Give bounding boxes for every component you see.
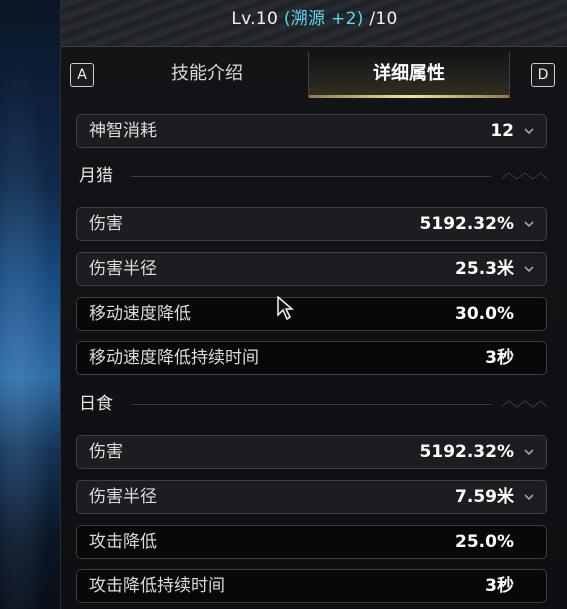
level-max: /10 bbox=[369, 9, 398, 29]
stat-value: 3秒 bbox=[485, 576, 514, 596]
stat-label: 神智消耗 bbox=[89, 121, 157, 141]
mouse-cursor-icon bbox=[277, 295, 294, 321]
stat-value: 25.3米 bbox=[455, 259, 514, 279]
chevron-down-icon[interactable] bbox=[522, 262, 536, 276]
stat-value: 25.0% bbox=[455, 532, 514, 552]
chevron-down-icon[interactable] bbox=[522, 490, 536, 504]
stat-label: 伤害 bbox=[89, 214, 123, 234]
stat-value: 5192.32% bbox=[419, 442, 514, 462]
tab-bar: A 技能介绍 详细属性 D bbox=[61, 52, 567, 98]
chevron-down-icon[interactable] bbox=[522, 217, 536, 231]
stat-row-damage[interactable]: 伤害 5192.32% bbox=[76, 207, 547, 241]
section-header-moon-hunt: 月猎 bbox=[79, 164, 549, 188]
stat-value: 30.0% bbox=[455, 304, 514, 324]
stat-label: 伤害半径 bbox=[89, 487, 157, 507]
background-scenery bbox=[0, 0, 60, 609]
skill-level: Lv.10 (溯源 +2) /10 bbox=[61, 4, 567, 29]
stat-label: 伤害 bbox=[89, 442, 123, 462]
section-divider bbox=[131, 176, 491, 177]
chevron-down-icon[interactable] bbox=[522, 445, 536, 459]
section-header-eclipse: 日食 bbox=[79, 392, 549, 416]
stat-value: 7.59米 bbox=[455, 487, 514, 507]
level-boost: (溯源 +2) bbox=[283, 9, 364, 29]
stat-row-move-speed-reduction: 移动速度降低 30.0% bbox=[76, 297, 547, 331]
tab-skill-intro[interactable]: 技能介绍 bbox=[109, 52, 305, 98]
stat-row-damage[interactable]: 伤害 5192.32% bbox=[76, 435, 547, 469]
active-tab-underline bbox=[309, 95, 509, 98]
section-title: 月猎 bbox=[79, 166, 113, 186]
stat-row-attack-reduction-duration: 攻击降低持续时间 3秒 bbox=[76, 569, 547, 603]
stat-value: 12 bbox=[490, 121, 514, 141]
stat-label: 攻击降低持续时间 bbox=[89, 576, 225, 596]
divider-ornament-icon bbox=[500, 400, 548, 408]
divider-ornament-icon bbox=[500, 172, 548, 180]
skill-detail-panel: Lv.10 (溯源 +2) /10 A 技能介绍 详细属性 D 神智消耗 12 … bbox=[60, 0, 567, 609]
panel-header: Lv.10 (溯源 +2) /10 bbox=[61, 0, 567, 47]
tab-detail-label: 详细属性 bbox=[373, 63, 445, 84]
stat-row-attack-reduction: 攻击降低 25.0% bbox=[76, 525, 547, 559]
stat-row-damage-radius[interactable]: 伤害半径 7.59米 bbox=[76, 480, 547, 514]
section-divider bbox=[131, 404, 491, 405]
stat-label: 伤害半径 bbox=[89, 259, 157, 279]
stat-value: 5192.32% bbox=[419, 214, 514, 234]
key-hint-a[interactable]: A bbox=[70, 63, 94, 87]
key-hint-d[interactable]: D bbox=[531, 63, 555, 87]
level-text: Lv.10 bbox=[231, 9, 279, 29]
chevron-down-icon[interactable] bbox=[522, 124, 536, 138]
stat-row-sanity-cost[interactable]: 神智消耗 12 bbox=[76, 114, 547, 148]
stat-row-move-speed-duration: 移动速度降低持续时间 3秒 bbox=[76, 341, 547, 375]
tab-detail-attributes[interactable]: 详细属性 bbox=[308, 52, 510, 98]
stat-row-damage-radius[interactable]: 伤害半径 25.3米 bbox=[76, 252, 547, 286]
stat-label: 移动速度降低持续时间 bbox=[89, 348, 259, 368]
stat-value: 3秒 bbox=[485, 348, 514, 368]
stat-label: 攻击降低 bbox=[89, 532, 157, 552]
stat-label: 移动速度降低 bbox=[89, 304, 191, 324]
section-title: 日食 bbox=[79, 394, 113, 414]
